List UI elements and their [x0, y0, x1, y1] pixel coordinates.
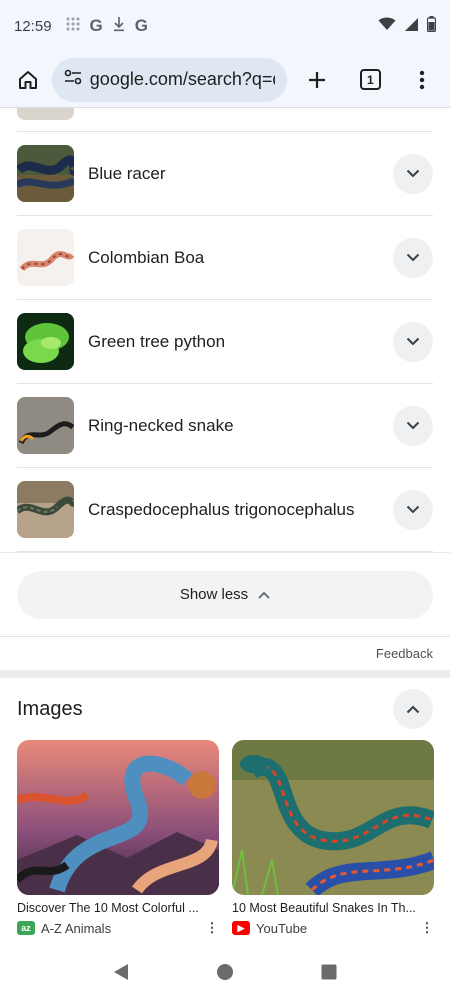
- image-result-card[interactable]: 10 Most Beautiful Snakes In Th... ▶ YouT…: [232, 740, 434, 936]
- expand-button[interactable]: [393, 489, 433, 530]
- list-item-label: Green tree python: [88, 331, 226, 351]
- thumbnail-image: [17, 313, 74, 370]
- show-less-button[interactable]: Show less: [17, 570, 433, 619]
- browser-toolbar: google.com/search?q=d 1: [0, 52, 450, 108]
- chevron-down-icon: [406, 169, 420, 178]
- status-time: 12:59: [14, 17, 52, 35]
- chevron-up-icon: [406, 705, 420, 713]
- thumbnail-image: [17, 397, 74, 454]
- system-navigation-bar: [0, 948, 450, 1000]
- status-bar: 12:59 G G: [0, 0, 450, 52]
- new-tab-icon: [308, 71, 325, 88]
- image-result-title[interactable]: 10 Most Beautiful Snakes In Th...: [232, 901, 434, 915]
- source-name: YouTube: [256, 920, 308, 936]
- list-item[interactable]: Craspedocephalus trigonocephalus: [17, 468, 433, 552]
- site-settings-icon[interactable]: [64, 69, 82, 90]
- status-system-icons: [378, 16, 437, 36]
- a-z-animals-icon: az: [17, 921, 35, 935]
- expand-button[interactable]: [393, 237, 433, 278]
- show-less-section: Show less: [0, 552, 450, 636]
- list-item-partial: [17, 108, 433, 132]
- feedback-row: Feedback: [0, 636, 450, 670]
- thumbnail-image: [17, 145, 74, 202]
- feedback-link[interactable]: Feedback: [376, 646, 433, 661]
- google-g-icon: G: [134, 16, 149, 35]
- status-notification-icons: G G: [66, 16, 148, 36]
- more-menu-button[interactable]: [404, 62, 440, 98]
- tab-count: 1: [359, 69, 381, 90]
- image-result-thumbnail[interactable]: [17, 740, 219, 895]
- signal-icon: [404, 17, 419, 36]
- chevron-down-icon: [406, 505, 420, 514]
- list-item[interactable]: Colombian Boa: [17, 216, 433, 300]
- list-item-label: Blue racer: [88, 163, 166, 183]
- images-section-header: Images: [0, 678, 450, 740]
- wifi-icon: [378, 17, 396, 35]
- battery-icon: [426, 16, 437, 36]
- section-divider: [0, 670, 450, 678]
- list-item-label: Colombian Boa: [88, 247, 205, 267]
- list-item[interactable]: Blue racer: [17, 132, 433, 216]
- expand-button[interactable]: [393, 153, 433, 194]
- chevron-down-icon: [406, 421, 420, 430]
- new-tab-button[interactable]: [299, 62, 335, 98]
- grid-icon: [66, 17, 80, 35]
- recents-icon[interactable]: [321, 964, 337, 985]
- thumbnail-image: [17, 108, 74, 120]
- back-icon[interactable]: [113, 963, 129, 986]
- chevron-down-icon: [406, 337, 420, 346]
- collapse-images-button[interactable]: [393, 689, 433, 729]
- list-item-label: Ring-necked snake: [88, 415, 234, 435]
- image-result-card[interactable]: Discover The 10 Most Colorful ... az A-Z…: [17, 740, 219, 936]
- tab-switcher-button[interactable]: 1: [352, 62, 388, 98]
- list-item-label: Craspedocephalus trigonocephalus: [88, 499, 355, 519]
- image-result-thumbnail[interactable]: [232, 740, 434, 895]
- address-bar[interactable]: google.com/search?q=d: [51, 57, 287, 102]
- related-snakes-list: Blue racer Colombian Boa Green tree pyth…: [0, 108, 450, 936]
- image-result-title[interactable]: Discover The 10 Most Colorful ...: [17, 901, 219, 915]
- download-icon: [113, 16, 125, 36]
- images-grid: Discover The 10 Most Colorful ... az A-Z…: [0, 740, 450, 936]
- more-vert-icon: [419, 70, 425, 89]
- source-name: A-Z Animals: [41, 920, 112, 936]
- thumbnail-image: [17, 229, 74, 286]
- show-less-label: Show less: [179, 586, 249, 603]
- image-result-source: az A-Z Animals ⋮: [17, 920, 219, 936]
- url-text[interactable]: google.com/search?q=d: [90, 69, 275, 90]
- expand-button[interactable]: [393, 405, 433, 446]
- list-item[interactable]: Green tree python: [17, 300, 433, 384]
- chevron-up-icon: [258, 591, 270, 599]
- expand-button[interactable]: [393, 321, 433, 362]
- youtube-icon: ▶: [232, 921, 250, 935]
- thumbnail-image: [17, 481, 74, 538]
- chevron-down-icon: [406, 253, 420, 262]
- images-section-title: Images: [17, 697, 83, 720]
- home-icon: [18, 70, 37, 89]
- google-g-icon: G: [89, 16, 103, 35]
- list-item[interactable]: Ring-necked snake: [17, 384, 433, 468]
- more-options-icon[interactable]: ⋮: [420, 920, 434, 936]
- home-nav-icon[interactable]: [216, 963, 234, 986]
- image-result-source: ▶ YouTube ⋮: [232, 920, 434, 936]
- more-options-icon[interactable]: ⋮: [205, 920, 219, 936]
- home-button[interactable]: [10, 62, 46, 98]
